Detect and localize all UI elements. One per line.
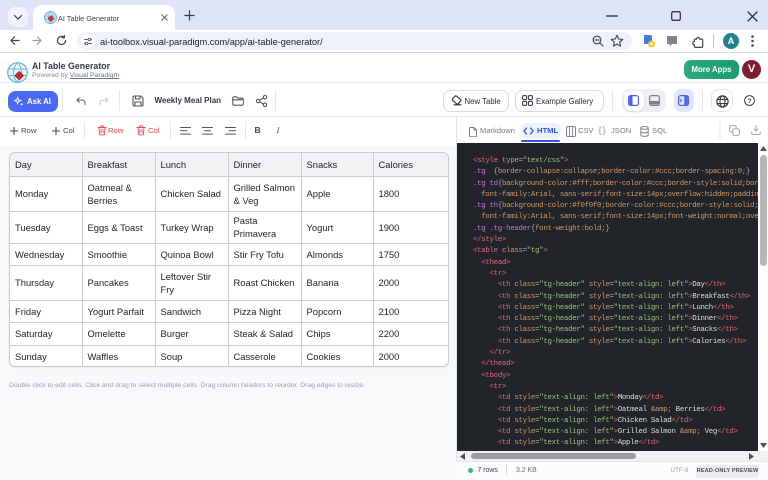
- svg-text:?: ?: [747, 98, 751, 105]
